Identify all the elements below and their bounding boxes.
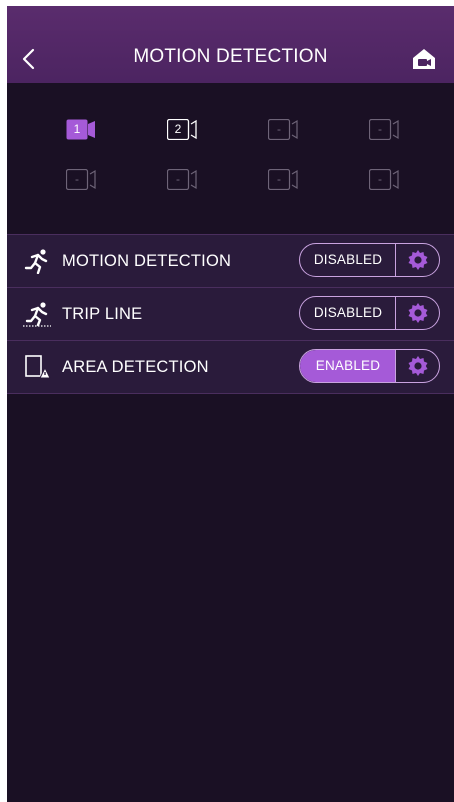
- camera-slot-2[interactable]: 2: [167, 119, 198, 140]
- camera-slot-7[interactable]: -: [268, 169, 299, 190]
- camera-slot-3[interactable]: -: [268, 119, 299, 140]
- motion-detection-row: MOTION DETECTION DISABLED: [7, 234, 454, 287]
- camera-slot-label: 1: [73, 122, 81, 136]
- camera-slot-6[interactable]: -: [167, 169, 198, 190]
- motion-detection-status[interactable]: DISABLED: [300, 244, 396, 276]
- area-detection-status[interactable]: ENABLED: [300, 350, 396, 382]
- running-person-icon: [24, 249, 48, 274]
- area-detection-icon: [25, 355, 51, 379]
- toggle-divider: [395, 244, 396, 276]
- camera-slot-label: -: [378, 172, 382, 186]
- gear-icon[interactable]: [407, 249, 429, 271]
- home-camera-icon[interactable]: [411, 46, 437, 72]
- camera-slot-label: 2: [174, 122, 182, 136]
- trip-line-label: TRIP LINE: [62, 305, 143, 323]
- toggle-divider: [395, 297, 396, 329]
- trip-line-row: TRIP LINE DISABLED: [7, 287, 454, 340]
- motion-detection-toggle[interactable]: DISABLED: [299, 243, 440, 277]
- app-screen: MOTION DETECTION 1 2 - - - - - - MOTION …: [7, 6, 454, 802]
- trip-line-status[interactable]: DISABLED: [300, 297, 396, 329]
- camera-slot-1[interactable]: 1: [66, 119, 97, 140]
- motion-detection-label: MOTION DETECTION: [62, 252, 232, 270]
- page-title: MOTION DETECTION: [133, 46, 328, 67]
- chevron-left-icon[interactable]: [19, 47, 39, 71]
- camera-slot-label: -: [277, 172, 281, 186]
- camera-slot-8[interactable]: -: [369, 169, 400, 190]
- camera-slot-5[interactable]: -: [66, 169, 97, 190]
- gear-icon[interactable]: [407, 355, 429, 377]
- area-detection-toggle[interactable]: ENABLED: [299, 349, 440, 383]
- camera-slot-4[interactable]: -: [369, 119, 400, 140]
- area-detection-row: AREA DETECTION ENABLED: [7, 340, 454, 394]
- trip-line-toggle[interactable]: DISABLED: [299, 296, 440, 330]
- camera-grid: 1 2 - - - - - -: [7, 83, 454, 234]
- camera-slot-label: -: [176, 172, 180, 186]
- camera-slot-label: -: [75, 172, 79, 186]
- camera-slot-label: -: [277, 122, 281, 136]
- header-bar: MOTION DETECTION: [7, 6, 454, 83]
- trip-line-icon: [23, 302, 51, 327]
- toggle-divider: [395, 350, 396, 382]
- gear-icon[interactable]: [407, 302, 429, 324]
- area-detection-label: AREA DETECTION: [62, 358, 209, 376]
- camera-slot-label: -: [378, 122, 382, 136]
